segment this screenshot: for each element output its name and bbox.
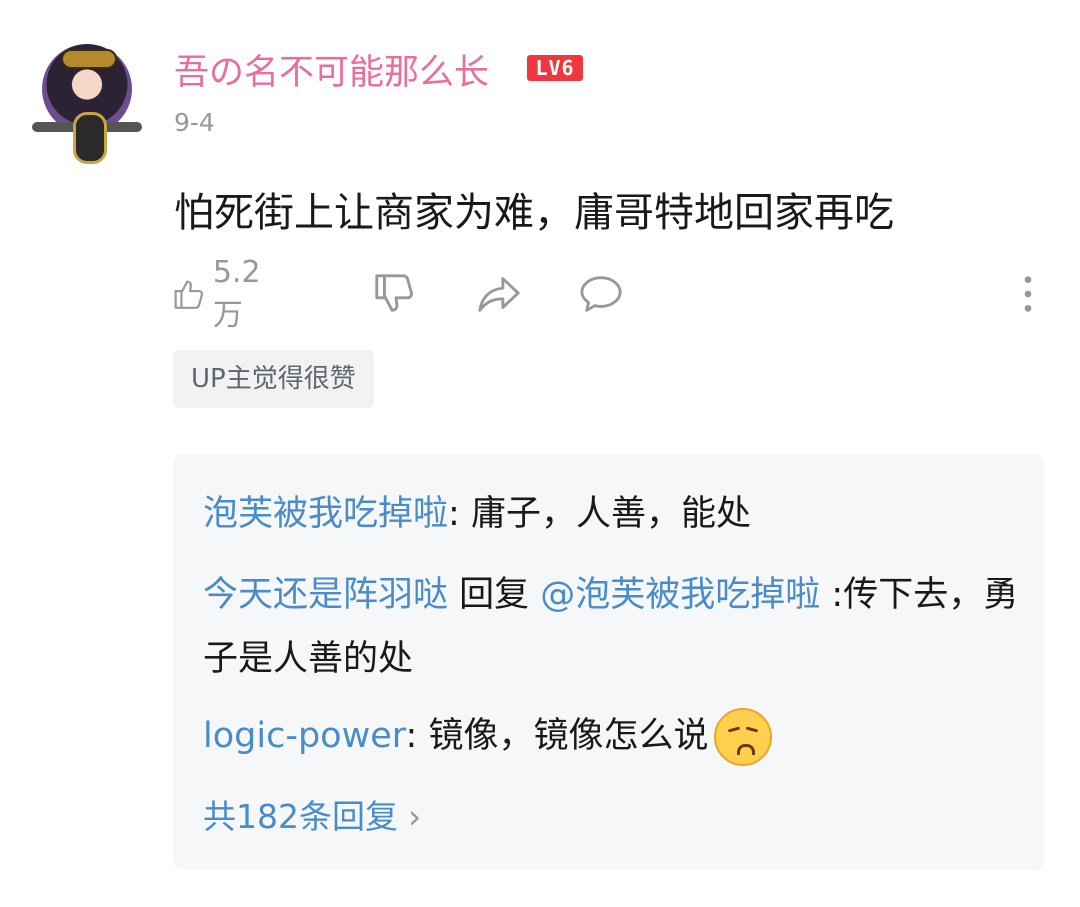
angry-face-emoji-icon bbox=[714, 708, 773, 766]
more-replies-label: 共182条回复 bbox=[203, 797, 398, 836]
reply-username[interactable]: 今天还是阵羽哒 bbox=[203, 575, 448, 615]
dislike-button[interactable] bbox=[372, 270, 418, 318]
reply-preview-box[interactable]: 泡芙被我吃掉啦: 庸子，人善，能处 今天还是阵羽哒 回复 @泡芙被我吃掉啦 :传… bbox=[173, 454, 1044, 870]
share-icon bbox=[478, 277, 520, 312]
comment-date: 9-4 bbox=[174, 108, 215, 137]
reply-username[interactable]: 泡芙被我吃掉啦 bbox=[203, 494, 448, 534]
comment-text: 怕死街上让商家为难，庸哥特地回家再吃 bbox=[174, 190, 894, 236]
share-button[interactable] bbox=[476, 270, 522, 318]
avatar[interactable] bbox=[28, 42, 146, 164]
up-liked-tag: UP主觉得很赞 bbox=[173, 350, 374, 408]
like-count: 5.2万 bbox=[212, 254, 261, 333]
level-badge: LV6 bbox=[527, 55, 583, 81]
more-button[interactable] bbox=[1010, 270, 1046, 318]
chevron-right-icon: › bbox=[408, 797, 422, 836]
comment-icon bbox=[580, 276, 622, 312]
reply-mention[interactable]: @泡芙被我吃掉啦 bbox=[540, 575, 820, 615]
more-icon bbox=[1024, 276, 1032, 312]
like-icon bbox=[174, 280, 204, 309]
like-button[interactable]: 5.2万 bbox=[172, 255, 272, 333]
reply-word: 回复 bbox=[448, 575, 541, 615]
reply-username[interactable]: logic-power bbox=[203, 716, 406, 756]
reply-text: 镜像，镜像怎么说 bbox=[428, 716, 709, 756]
reply-item: 泡芙被我吃掉啦: 庸子，人善，能处 bbox=[203, 482, 1023, 546]
reply-item: logic-power: 镜像，镜像怎么说 bbox=[203, 704, 1023, 768]
comment-button[interactable] bbox=[578, 270, 624, 318]
reply-item: 今天还是阵羽哒 回复 @泡芙被我吃掉啦 :传下去，勇子是人善的处 bbox=[203, 563, 1023, 691]
dislike-icon bbox=[375, 274, 413, 312]
reply-text: 庸子，人善，能处 bbox=[470, 494, 751, 534]
avatar-motorcycle bbox=[28, 112, 146, 164]
reply-separator: : bbox=[448, 494, 471, 534]
reply-separator: : bbox=[405, 716, 429, 756]
avatar-goggles bbox=[61, 49, 117, 69]
comment-username[interactable]: 吾の名不可能那么长 bbox=[174, 44, 489, 95]
view-all-replies-link[interactable]: 共182条回复 › bbox=[203, 790, 421, 838]
